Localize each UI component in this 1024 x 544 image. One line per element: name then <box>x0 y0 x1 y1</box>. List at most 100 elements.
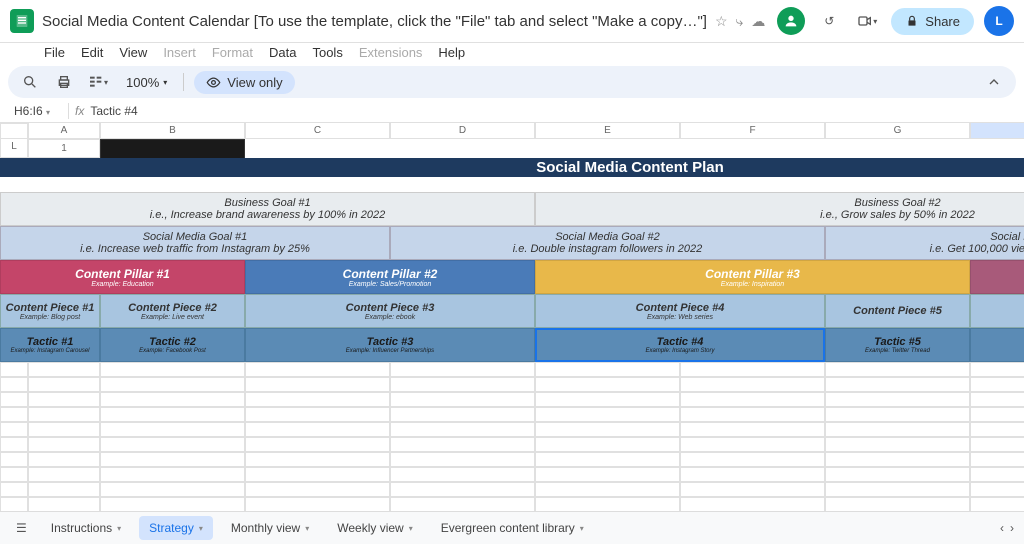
empty-cell[interactable] <box>535 362 680 377</box>
tactic-cell[interactable]: Tactic #1Example: Instagram Carousel <box>0 328 100 362</box>
empty-cell[interactable] <box>825 482 970 497</box>
empty-cell[interactable] <box>0 377 28 392</box>
content-piece-cell[interactable]: Content Piece #4Example: Web series <box>535 294 825 328</box>
empty-cell[interactable] <box>825 422 970 437</box>
cloud-icon[interactable]: ☁ <box>751 13 765 30</box>
content-piece-cell[interactable]: Content Piece #5 <box>825 294 970 328</box>
empty-cell[interactable] <box>245 467 390 482</box>
empty-cell[interactable] <box>28 407 100 422</box>
formula-value[interactable]: Tactic #4 <box>90 104 137 118</box>
empty-cell[interactable] <box>535 482 680 497</box>
empty-cell[interactable] <box>0 497 28 512</box>
empty-cell[interactable] <box>825 437 970 452</box>
empty-cell[interactable] <box>100 362 245 377</box>
empty-cell[interactable] <box>680 497 825 512</box>
pillar-cell[interactable]: Content Pillar #2Example: Sales/Promotio… <box>245 260 535 294</box>
col-header[interactable]: E <box>535 123 680 139</box>
business-goal-cell[interactable]: Business Goal #1i.e., Increase brand awa… <box>0 192 535 226</box>
sheet-tab[interactable]: Weekly view▾ <box>327 516 422 540</box>
empty-cell[interactable] <box>535 407 680 422</box>
document-title[interactable]: Social Media Content Calendar [To use th… <box>42 13 707 30</box>
empty-cell[interactable] <box>245 377 390 392</box>
collapse-toolbar-icon[interactable] <box>982 70 1006 94</box>
col-header[interactable]: D <box>390 123 535 139</box>
empty-cell[interactable] <box>390 497 535 512</box>
tactic-cell[interactable]: Tactic #3Example: Influencer Partnership… <box>245 328 535 362</box>
tactic-cell[interactable]: Tactic #6Example: Instagram In-Feed Vide… <box>970 328 1024 362</box>
empty-cell[interactable] <box>28 362 100 377</box>
empty-cell[interactable] <box>825 362 970 377</box>
empty-cell[interactable] <box>535 377 680 392</box>
empty-cell[interactable] <box>825 467 970 482</box>
empty-cell[interactable] <box>245 362 390 377</box>
empty-cell[interactable] <box>825 497 970 512</box>
empty-cell[interactable] <box>680 407 825 422</box>
pillar-cell[interactable]: Content Pillar #3Example: Inspiration <box>535 260 970 294</box>
empty-cell[interactable] <box>100 377 245 392</box>
empty-cell[interactable] <box>0 422 28 437</box>
empty-cell[interactable] <box>970 407 1024 422</box>
sheet-tab[interactable]: Evergreen content library▾ <box>431 516 594 540</box>
empty-cell[interactable] <box>825 452 970 467</box>
empty-cell[interactable] <box>100 452 245 467</box>
sm-goal-cell[interactable]: Social Media Goal #2i.e. Double instagra… <box>390 226 825 260</box>
empty-cell[interactable] <box>680 482 825 497</box>
history-icon[interactable]: ↺ <box>815 7 843 35</box>
empty-cell[interactable] <box>970 422 1024 437</box>
empty-cell[interactable] <box>535 497 680 512</box>
content-piece-cell[interactable]: Content Piece #1Example: Blog post <box>0 294 100 328</box>
empty-cell[interactable] <box>28 497 100 512</box>
row-label-strategy[interactable] <box>100 139 245 158</box>
star-icon[interactable]: ☆ <box>715 13 728 30</box>
empty-cell[interactable] <box>680 422 825 437</box>
menu-help[interactable]: Help <box>438 45 465 60</box>
empty-cell[interactable] <box>970 437 1024 452</box>
empty-cell[interactable] <box>245 497 390 512</box>
zoom-selector[interactable]: 100% ▾ <box>120 73 173 92</box>
sheet-tab[interactable]: Instructions▾ <box>41 516 131 540</box>
move-icon[interactable]: ⤷ <box>736 13 744 30</box>
empty-cell[interactable] <box>390 437 535 452</box>
empty-cell[interactable] <box>0 467 28 482</box>
empty-cell[interactable] <box>680 377 825 392</box>
empty-cell[interactable] <box>825 377 970 392</box>
empty-cell[interactable] <box>100 467 245 482</box>
empty-cell[interactable] <box>970 377 1024 392</box>
empty-cell[interactable] <box>245 422 390 437</box>
empty-cell[interactable] <box>28 422 100 437</box>
view-only-badge[interactable]: View only <box>194 71 294 94</box>
empty-cell[interactable] <box>0 437 28 452</box>
empty-cell[interactable] <box>680 362 825 377</box>
menu-data[interactable]: Data <box>269 45 296 60</box>
empty-cell[interactable] <box>245 482 390 497</box>
content-piece-cell[interactable]: Content Piece #3Example: ebook <box>245 294 535 328</box>
empty-cell[interactable] <box>100 422 245 437</box>
sm-goal-cell[interactable]: Social Media Goal #1i.e. Increase web tr… <box>0 226 390 260</box>
empty-cell[interactable] <box>28 482 100 497</box>
sm-goal-cell[interactable]: Social Media Goal #3i.e. Get 100,000 vie… <box>825 226 1024 260</box>
empty-cell[interactable] <box>970 482 1024 497</box>
filter-icon[interactable]: ▾ <box>86 70 110 94</box>
empty-cell[interactable] <box>245 437 390 452</box>
empty-cell[interactable] <box>390 422 535 437</box>
spreadsheet-grid[interactable]: A B C D E F G H I J K L 1 Social Media C… <box>0 123 1024 521</box>
empty-cell[interactable] <box>28 467 100 482</box>
empty-cell[interactable] <box>970 392 1024 407</box>
empty-cell[interactable] <box>390 377 535 392</box>
empty-cell[interactable] <box>390 362 535 377</box>
scroll-left-icon[interactable]: ‹ <box>1000 521 1004 535</box>
empty-cell[interactable] <box>390 407 535 422</box>
col-header[interactable]: H <box>970 123 1024 139</box>
col-header[interactable]: A <box>28 123 100 139</box>
empty-cell[interactable] <box>0 362 28 377</box>
empty-cell[interactable] <box>390 467 535 482</box>
empty-cell[interactable] <box>390 392 535 407</box>
menu-file[interactable]: File <box>44 45 65 60</box>
tactic-cell[interactable]: Tactic #5Example: Twitter Thread <box>825 328 970 362</box>
share-button[interactable]: Share <box>891 8 974 35</box>
empty-cell[interactable] <box>100 437 245 452</box>
row-header[interactable]: 1 <box>28 139 100 158</box>
empty-cell[interactable] <box>970 467 1024 482</box>
empty-cell[interactable] <box>680 437 825 452</box>
tactic-cell-selected[interactable]: Tactic #4Example: Instagram Story <box>535 328 825 362</box>
